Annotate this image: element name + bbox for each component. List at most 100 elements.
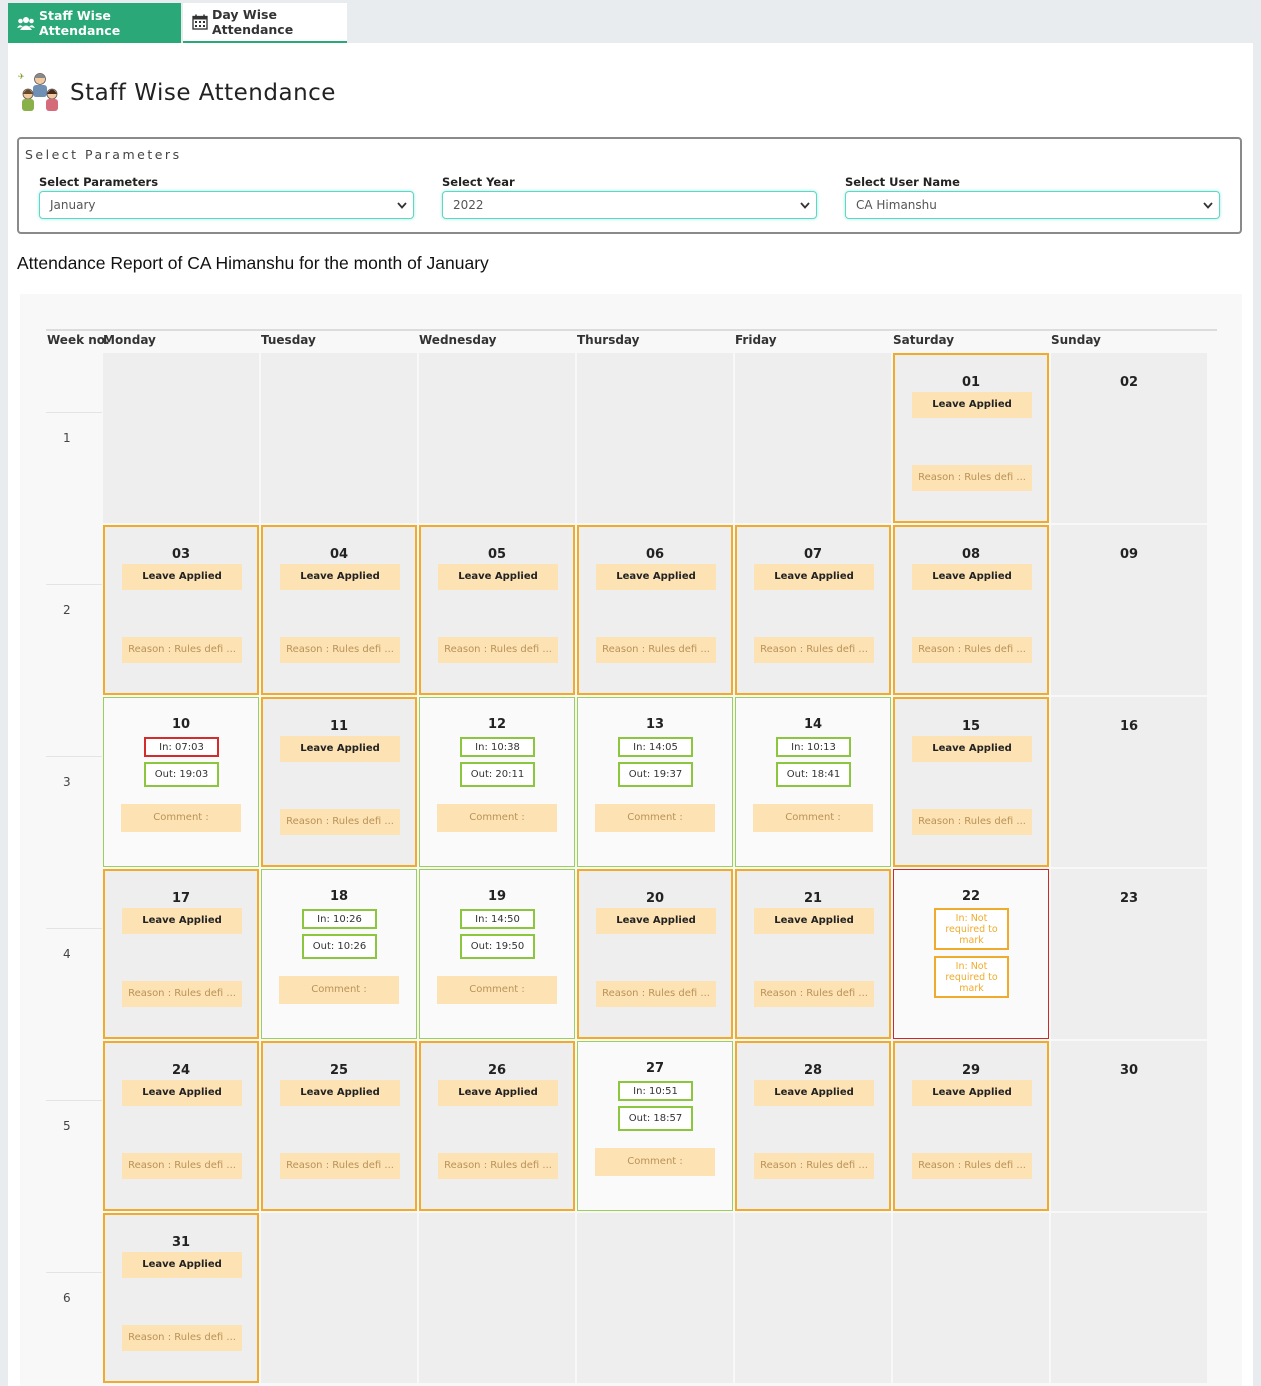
year-select[interactable]: 2022: [442, 191, 817, 219]
leave-status-badge: Leave Applied: [596, 564, 716, 590]
leave-reason[interactable]: Reason : Rules defi ...: [122, 637, 242, 663]
leave-reason[interactable]: Reason : Rules defi ...: [280, 1153, 400, 1179]
comment-field[interactable]: Comment :: [121, 804, 241, 832]
day-cell-10[interactable]: 10 In: 07:03 Out: 19:03 Comment :: [103, 697, 259, 867]
day-header-friday: Friday: [735, 333, 777, 347]
day-number: 28: [803, 1063, 823, 1078]
day-header-saturday: Saturday: [893, 333, 955, 347]
empty-day-cell: [419, 1213, 575, 1383]
day-header-tuesday: Tuesday: [261, 333, 316, 347]
leave-reason[interactable]: Reason : Rules defi ...: [754, 1153, 874, 1179]
leave-reason[interactable]: Reason : Rules defi ...: [912, 465, 1032, 491]
day-cell-15[interactable]: 15 Leave Applied Reason : Rules defi ...: [893, 697, 1049, 867]
leave-reason[interactable]: Reason : Rules defi ...: [912, 637, 1032, 663]
leave-reason[interactable]: Reason : Rules defi ...: [596, 637, 716, 663]
day-cell-21[interactable]: 21 Leave Applied Reason : Rules defi ...: [735, 869, 891, 1039]
check-in-time: In: 10:26: [302, 909, 377, 929]
tab-staff-wise-attendance[interactable]: Staff Wise Attendance: [8, 3, 181, 43]
day-cell-29[interactable]: 29 Leave Applied Reason : Rules defi ...: [893, 1041, 1049, 1211]
week-number-cell: 1: [46, 412, 102, 584]
chevron-down-icon: [800, 198, 810, 212]
day-number: 25: [329, 1063, 349, 1078]
comment-field[interactable]: Comment :: [595, 804, 715, 832]
leave-reason[interactable]: Reason : Rules defi ...: [122, 981, 242, 1007]
leave-reason[interactable]: Reason : Rules defi ...: [122, 1325, 242, 1351]
parameters-legend: Select Parameters: [25, 147, 182, 162]
day-cell-31[interactable]: 31 Leave Applied Reason : Rules defi ...: [103, 1213, 259, 1383]
leave-status-badge: Leave Applied: [122, 908, 242, 934]
day-cell-04[interactable]: 04 Leave Applied Reason : Rules defi ...: [261, 525, 417, 695]
day-number: 23: [1119, 891, 1139, 906]
day-number: 01: [961, 375, 981, 390]
day-header-wednesday: Wednesday: [419, 333, 497, 347]
check-out-time: Out: 10:26: [302, 934, 377, 959]
comment-field[interactable]: Comment :: [595, 1148, 715, 1176]
day-number: 20: [645, 891, 665, 906]
leave-status-badge: Leave Applied: [912, 1080, 1032, 1106]
day-cell-03[interactable]: 03 Leave Applied Reason : Rules defi ...: [103, 525, 259, 695]
day-cell-22[interactable]: 22 In: Not required to mark In: Not requir…: [893, 869, 1049, 1039]
day-cell-12[interactable]: 12 In: 10:38 Out: 20:11 Comment :: [419, 697, 575, 867]
tab-day-wise-attendance[interactable]: Day Wise Attendance: [183, 3, 347, 43]
leave-status-badge: Leave Applied: [122, 1252, 242, 1278]
day-cell-16[interactable]: 16: [1051, 697, 1207, 867]
leave-reason[interactable]: Reason : Rules defi ...: [596, 981, 716, 1007]
week-number-cell: 3: [46, 756, 102, 928]
day-cell-24[interactable]: 24 Leave Applied Reason : Rules defi ...: [103, 1041, 259, 1211]
day-number: 09: [1119, 547, 1139, 562]
day-cell-26[interactable]: 26 Leave Applied Reason : Rules defi ...: [419, 1041, 575, 1211]
staff-group-icon: ✈: [18, 70, 62, 116]
day-number: 21: [803, 891, 823, 906]
leave-reason[interactable]: Reason : Rules defi ...: [438, 1153, 558, 1179]
day-cell-23[interactable]: 23: [1051, 869, 1207, 1039]
leave-reason[interactable]: Reason : Rules defi ...: [912, 809, 1032, 835]
day-cell-14[interactable]: 14 In: 10:13 Out: 18:41 Comment :: [735, 697, 891, 867]
comment-field[interactable]: Comment :: [437, 804, 557, 832]
comment-field[interactable]: Comment :: [279, 976, 399, 1004]
day-cell-27[interactable]: 27 In: 10:51 Out: 18:57 Comment :: [577, 1041, 733, 1211]
leave-reason[interactable]: Reason : Rules defi ...: [280, 809, 400, 835]
day-cell-18[interactable]: 18 In: 10:26 Out: 10:26 Comment :: [261, 869, 417, 1039]
users-icon: [17, 16, 35, 30]
empty-day-cell: [261, 353, 417, 523]
leave-reason[interactable]: Reason : Rules defi ...: [438, 637, 558, 663]
year-field: Select Year 2022: [442, 175, 817, 219]
day-header-thursday: Thursday: [577, 333, 640, 347]
month-field: Select Parameters January: [39, 175, 414, 219]
day-cell-01[interactable]: 01 Leave Applied Reason : Rules defi ...: [893, 353, 1049, 523]
user-select[interactable]: CA Himanshu: [845, 191, 1220, 219]
leave-reason[interactable]: Reason : Rules defi ...: [754, 981, 874, 1007]
user-field: Select User Name CA Himanshu: [845, 175, 1220, 219]
comment-field[interactable]: Comment :: [753, 804, 873, 832]
day-number: 03: [171, 547, 191, 562]
day-number: 17: [171, 891, 191, 906]
day-number: 14: [803, 717, 823, 732]
leave-reason[interactable]: Reason : Rules defi ...: [754, 637, 874, 663]
day-cell-28[interactable]: 28 Leave Applied Reason : Rules defi ...: [735, 1041, 891, 1211]
leave-status-badge: Leave Applied: [122, 564, 242, 590]
day-cell-08[interactable]: 08 Leave Applied Reason : Rules defi ...: [893, 525, 1049, 695]
leave-reason[interactable]: Reason : Rules defi ...: [912, 1153, 1032, 1179]
day-cell-25[interactable]: 25 Leave Applied Reason : Rules defi ...: [261, 1041, 417, 1211]
day-cell-30[interactable]: 30: [1051, 1041, 1207, 1211]
comment-field[interactable]: Comment :: [437, 976, 557, 1004]
day-cell-20[interactable]: 20 Leave Applied Reason : Rules defi ...: [577, 869, 733, 1039]
day-cell-13[interactable]: 13 In: 14:05 Out: 19:37 Comment :: [577, 697, 733, 867]
check-in-time: In: 10:38: [460, 737, 535, 757]
day-number: 19: [487, 889, 507, 904]
day-cell-07[interactable]: 07 Leave Applied Reason : Rules defi ...: [735, 525, 891, 695]
leave-reason[interactable]: Reason : Rules defi ...: [122, 1153, 242, 1179]
month-select[interactable]: January: [39, 191, 414, 219]
chevron-down-icon: [397, 198, 407, 212]
day-cell-06[interactable]: 06 Leave Applied Reason : Rules defi ...: [577, 525, 733, 695]
day-cell-05[interactable]: 05 Leave Applied Reason : Rules defi ...: [419, 525, 575, 695]
leave-status-badge: Leave Applied: [912, 392, 1032, 418]
month-value: January: [50, 198, 96, 212]
day-cell-19[interactable]: 19 In: 14:50 Out: 19:50 Comment :: [419, 869, 575, 1039]
week-number: 4: [63, 947, 71, 961]
day-cell-02[interactable]: 02: [1051, 353, 1207, 523]
day-cell-17[interactable]: 17 Leave Applied Reason : Rules defi ...: [103, 869, 259, 1039]
day-cell-09[interactable]: 09: [1051, 525, 1207, 695]
day-cell-11[interactable]: 11 Leave Applied Reason : Rules defi ...: [261, 697, 417, 867]
leave-reason[interactable]: Reason : Rules defi ...: [280, 637, 400, 663]
